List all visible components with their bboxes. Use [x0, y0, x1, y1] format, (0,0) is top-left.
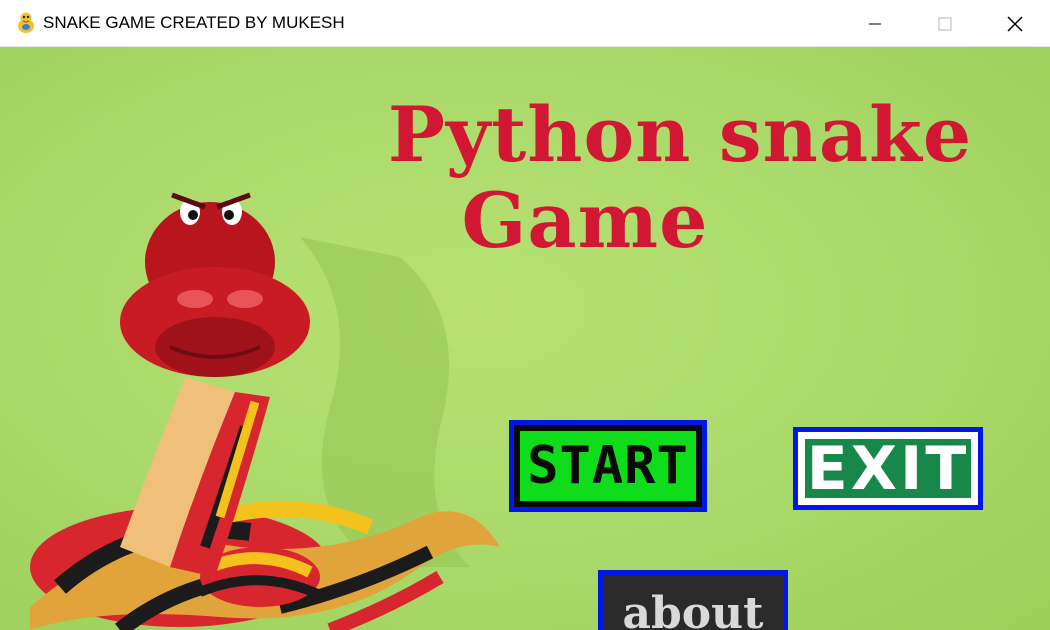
maximize-button[interactable]: [910, 0, 980, 47]
about-button-label: about: [622, 587, 764, 630]
start-button[interactable]: START: [509, 420, 707, 512]
title-bar: SNAKE GAME CREATED BY MUKESH: [0, 0, 1050, 47]
game-canvas: Python snake Game START EXIT about: [0, 47, 1050, 630]
minimize-button[interactable]: [840, 0, 910, 47]
title-line-1: Python snake: [387, 90, 973, 179]
start-button-face: START: [520, 431, 696, 501]
maximize-icon: [938, 17, 952, 30]
window-title: SNAKE GAME CREATED BY MUKESH: [43, 13, 345, 32]
exit-button-face: EXIT: [803, 434, 973, 504]
close-button[interactable]: [980, 0, 1050, 47]
title-line-2: Game: [461, 176, 709, 265]
start-button-label: START: [527, 436, 689, 496]
close-icon: [1007, 15, 1023, 32]
about-button[interactable]: about: [598, 570, 788, 630]
exit-button-label: EXIT: [806, 433, 970, 504]
minimize-icon: [869, 23, 881, 24]
game-title: Python snake Game: [170, 92, 1050, 264]
pygame-snake-icon: [18, 12, 34, 33]
exit-button[interactable]: EXIT: [793, 427, 983, 510]
